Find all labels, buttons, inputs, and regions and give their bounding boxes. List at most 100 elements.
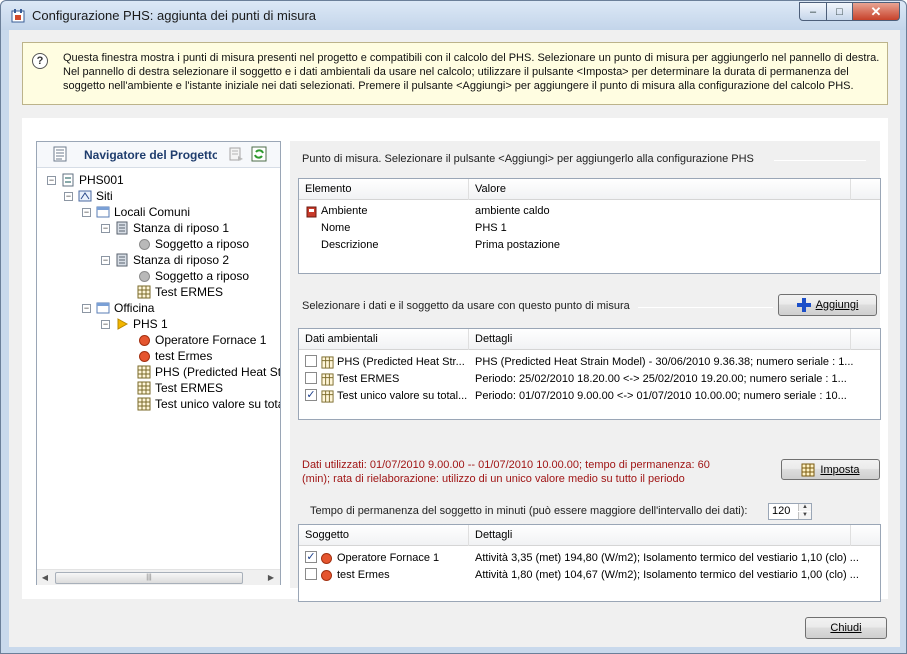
tree-node-site[interactable]: − Locali Comuni [82, 204, 190, 220]
minimize-button[interactable]: – [799, 2, 827, 21]
environment-grid-header: Dati ambientali Dettagli [299, 329, 880, 350]
permanence-value[interactable]: 120 [772, 505, 790, 517]
point-row[interactable]: Ambiente ambiente caldo [305, 203, 875, 220]
set-button[interactable]: Imposta [781, 459, 880, 480]
tree-node-label: Test unico valore su totale [155, 397, 280, 411]
project-tree[interactable]: − PHS001 − Siti − Locali Comuni − Stanza… [37, 170, 280, 566]
permanence-spinner[interactable]: 120 ▲ ▼ [768, 503, 812, 520]
subjects-grid[interactable]: Soggetto Dettagli ✓ Operatore Fornace 1 A… [298, 524, 881, 602]
tree-node-site[interactable]: − Officina [82, 300, 154, 316]
tree-node-room[interactable]: − Stanza di riposo 1 [101, 220, 229, 236]
collapse-icon[interactable]: − [64, 191, 73, 201]
table-edit-icon [801, 463, 815, 476]
maximize-button[interactable]: □ [826, 2, 853, 21]
collapse-icon[interactable]: − [82, 207, 91, 217]
spin-down-icon[interactable]: ▼ [798, 512, 811, 519]
tree-node-label: PHS 1 [133, 317, 168, 331]
tree-node-subject[interactable]: Soggetto a riposo [137, 268, 249, 284]
scroll-thumb[interactable]: ||| [55, 572, 243, 584]
close-button[interactable]: Chiudi [805, 617, 887, 639]
subject-details: Attività 1,80 (met) 104,67 (W/m2); Isola… [475, 569, 859, 581]
info-line-1: Questa finestra mostra i punti di misura… [63, 52, 880, 64]
environment-data-row[interactable]: ✓ Test unico valore su total... Periodo: … [305, 388, 875, 405]
add-button[interactable]: Aggiungi [778, 294, 877, 316]
point-grid[interactable]: Elemento Valore Ambiente ambiente caldo … [298, 178, 881, 274]
spin-up-icon[interactable]: ▲ [798, 504, 811, 511]
subject-row[interactable]: test Ermes Attività 1,80 (met) 104,67 (W… [305, 567, 875, 584]
help-icon: ? [32, 53, 48, 69]
tree-node-subject[interactable]: test Ermes [137, 348, 212, 364]
info-line-2: Nel pannello di destra selezionare il so… [63, 66, 849, 78]
tree-node-data[interactable]: Test unico valore su totale [137, 396, 280, 412]
dialog-client-area: ? Questa finestra mostra i punti di misu… [9, 30, 900, 647]
point-element: Ambiente [321, 205, 368, 217]
title-bar[interactable]: Configurazione PHS: aggiunta dei punti d… [1, 1, 906, 30]
column-header-env-data[interactable]: Dati ambientali [299, 329, 469, 350]
tree-node-project[interactable]: − PHS001 [47, 172, 124, 188]
refresh-icon[interactable] [251, 146, 267, 162]
collapse-icon[interactable]: − [101, 319, 110, 329]
tree-node-sites[interactable]: − Siti [64, 188, 113, 204]
tree-node-label: Soggetto a riposo [155, 269, 250, 283]
tree-node-data[interactable]: Test ERMES [137, 284, 223, 300]
window-title: Configurazione PHS: aggiunta dei punti d… [32, 8, 317, 23]
tree-node-subject[interactable]: Operatore Fornace 1 [137, 332, 266, 348]
navigator-header: Navigatore del Progetto [37, 142, 280, 168]
row-checkbox[interactable] [305, 568, 317, 581]
column-header-value[interactable]: Valore [469, 179, 851, 200]
subject-name: test Ermes [337, 569, 390, 581]
data-grid-icon [321, 390, 334, 403]
column-header-element[interactable]: Elemento [299, 179, 469, 200]
environment-data-row[interactable]: PHS (Predicted Heat Str... PHS (Predicte… [305, 354, 875, 371]
point-section-label: Punto di misura. Selezionare il pulsante… [302, 153, 754, 165]
info-text: Questa finestra mostra i punti di misura… [63, 51, 883, 93]
room-icon [116, 221, 128, 235]
project-navigator: Navigatore del Progetto − PHS001 − Siti … [36, 141, 281, 585]
row-checkbox-checked[interactable]: ✓ [305, 389, 317, 402]
info-box: ? Questa finestra mostra i punti di misu… [22, 42, 888, 105]
tree-node-subject[interactable]: Soggetto a riposo [137, 236, 249, 252]
tree-node-label: Stanza di riposo 1 [133, 221, 230, 235]
column-header-details[interactable]: Dettagli [469, 525, 851, 546]
tree-node-label: Test ERMES [155, 381, 224, 395]
tree-node-label: Siti [96, 189, 113, 203]
close-window-button[interactable]: ✕ [852, 2, 900, 21]
environment-data-grid[interactable]: Dati ambientali Dettagli PHS (Predicted … [298, 328, 881, 420]
tree-node-label: test Ermes [155, 349, 213, 363]
env-data-details: Periodo: 01/07/2010 9.00.00 <-> 01/07/20… [475, 390, 847, 402]
room-icon [116, 253, 128, 267]
properties-icon[interactable] [228, 146, 244, 162]
tree-node-data[interactable]: PHS (Predicted Heat Strain Model) [137, 364, 280, 380]
row-checkbox-checked[interactable]: ✓ [305, 551, 317, 564]
dialog-window: Configurazione PHS: aggiunta dei punti d… [0, 0, 907, 654]
env-data-name: Test unico valore su total... [337, 390, 468, 402]
sites-icon [78, 190, 92, 202]
column-header-subject[interactable]: Soggetto [299, 525, 469, 546]
tree-node-label: Soggetto a riposo [155, 237, 250, 251]
subjects-grid-header: Soggetto Dettagli [299, 525, 880, 546]
column-header-details[interactable]: Dettagli [469, 329, 851, 350]
tree-node-label: Test ERMES [155, 285, 224, 299]
point-row[interactable]: Descrizione Prima postazione [321, 237, 880, 254]
subject-red-icon [321, 552, 332, 564]
navigator-horizontal-scrollbar[interactable]: ◀ ||| ▶ [37, 569, 280, 585]
tree-node-room[interactable]: − Stanza di riposo 2 [101, 252, 229, 268]
collapse-icon[interactable]: − [101, 223, 110, 233]
collapse-icon[interactable]: − [47, 175, 56, 185]
tree-node-measure-point[interactable]: − PHS 1 [101, 316, 168, 332]
env-data-details: Periodo: 25/02/2010 18.20.00 <-> 25/02/2… [475, 373, 847, 385]
scroll-left-icon[interactable]: ◀ [37, 570, 53, 586]
point-row[interactable]: Nome PHS 1 [321, 220, 880, 237]
scroll-right-icon[interactable]: ▶ [263, 570, 279, 586]
row-checkbox[interactable] [305, 372, 317, 385]
collapse-icon[interactable]: − [82, 303, 91, 313]
site-icon [96, 206, 110, 218]
subject-row[interactable]: ✓ Operatore Fornace 1 Attività 3,35 (met)… [305, 550, 875, 567]
tree-node-data[interactable]: Test ERMES [137, 380, 223, 396]
row-checkbox[interactable] [305, 355, 317, 368]
collapse-icon[interactable]: − [101, 255, 110, 265]
point-element: Nome [321, 222, 351, 234]
minimize-icon: – [809, 5, 817, 18]
environment-data-row[interactable]: Test ERMES Periodo: 25/02/2010 18.20.00 … [305, 371, 875, 388]
select-section-label: Selezionare i dati e il soggetto da usar… [302, 300, 630, 312]
